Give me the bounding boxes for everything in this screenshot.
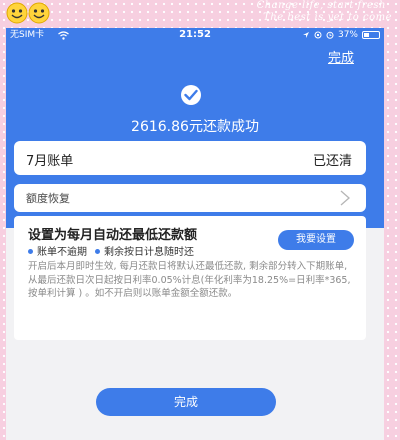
bill-status-card[interactable]: 7月账单 已还清: [14, 141, 366, 175]
autopay-tag: 剩余按日计息随时还: [95, 243, 194, 258]
status-bar: 无SIM卡 21:52 37%: [6, 28, 384, 42]
smiley-sticker-icon: [6, 2, 28, 24]
autopay-card: 设置为每月自动还最低还款额 账单不逾期 剩余按日计息随时还 我要设置 开启后本月…: [14, 216, 366, 340]
set-autopay-button[interactable]: 我要设置: [278, 230, 354, 250]
payment-success-message: 2616.86元还款成功: [131, 119, 259, 135]
battery-percent: 37%: [337, 30, 358, 40]
autopay-description: 开启后本月即时生效, 每月还款日将默认还最低还款, 剩余部分转入下期账单, 从最…: [28, 261, 351, 299]
slogan-line: Change life, start fresh: [256, 0, 386, 11]
done-link[interactable]: 完成: [328, 47, 354, 66]
credit-recovery-label: 额度恢复: [26, 192, 70, 205]
autopay-tag: 账单不逾期: [28, 243, 87, 258]
battery-icon: [362, 31, 380, 39]
location-icon: [302, 32, 309, 38]
credit-recovery-row[interactable]: 额度恢复: [14, 184, 366, 212]
bill-status: 已还清: [312, 154, 352, 169]
slogan-line: The best is yet to come: [263, 12, 392, 23]
alarm-icon: [326, 31, 334, 39]
phone-screen: 无SIM卡 21:52 37% 完成 2616.86元还款成功 7月账单 已还清: [6, 28, 384, 440]
autopay-title: 设置为每月自动还最低还款额: [28, 228, 198, 243]
wallpaper-decoration: Change life, start fresh The best is yet…: [0, 0, 400, 28]
wallpaper-slogan: Change life, start fresh The best is yet…: [186, 0, 392, 24]
done-button[interactable]: 完成: [96, 388, 276, 416]
success-check-icon: [181, 85, 201, 105]
autopay-tags: 账单不逾期 剩余按日计息随时还: [28, 243, 194, 258]
status-right: 37%: [302, 28, 380, 42]
bill-month-label: 7月账单: [26, 154, 74, 169]
smiley-sticker-icon: [28, 2, 50, 24]
chevron-right-icon: [340, 190, 350, 206]
lock-rotation-icon: [314, 31, 322, 39]
